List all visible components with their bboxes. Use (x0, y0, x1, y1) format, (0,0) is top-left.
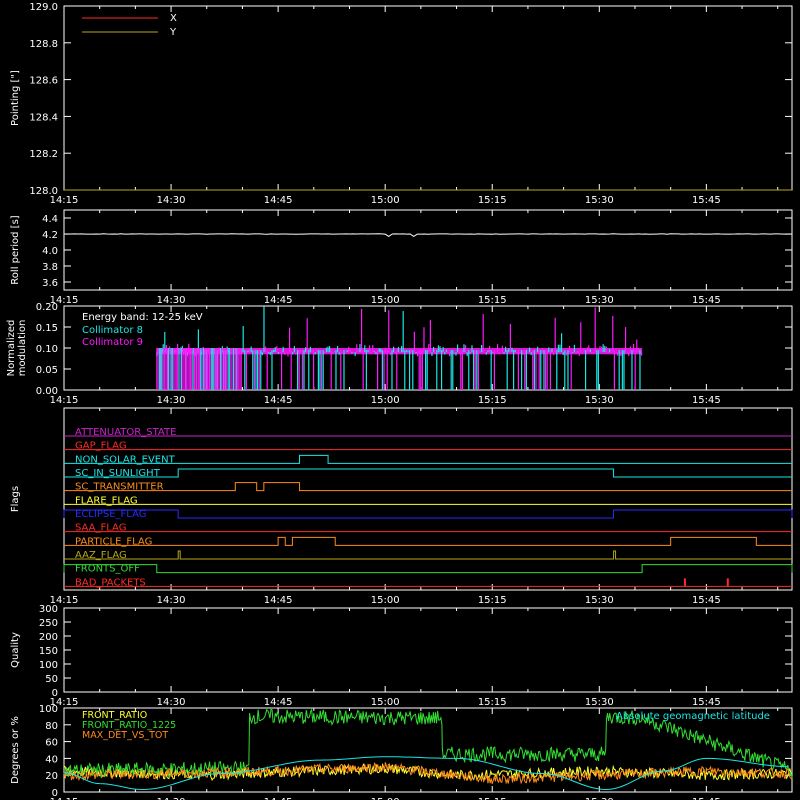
pointing-xtick-label: 15:45 (692, 195, 721, 206)
roll-xtick-label: 15:45 (692, 295, 721, 306)
modulation-xtick-label: 15:15 (478, 395, 507, 406)
legend-geomagnetic-latitude: Absolute geomagnetic latitude (616, 711, 770, 722)
flag-label-eclipse-flag: ECLIPSE_FLAG (75, 509, 146, 520)
quality-xtick-label: 14:30 (157, 697, 186, 708)
ratios-ytick-label: 40 (45, 754, 58, 765)
modulation-ytick-label: 0.05 (36, 365, 58, 376)
quality-ytick-label: 250 (39, 618, 58, 629)
ratios-ylabel: Degrees or % (10, 716, 21, 784)
quality-frame (63, 607, 793, 693)
quality-xtick-label: 15:30 (585, 697, 614, 708)
modulation-xtick-label: 15:00 (371, 395, 400, 406)
roll-ytick-label: 3.8 (42, 262, 58, 273)
quality-xtick-label: 15:00 (371, 697, 400, 708)
legend-max-det-vs-tot: MAX_DET_VS_TOT (82, 730, 168, 741)
roll-ytick-label: 4.2 (42, 230, 58, 241)
modulation-xtick-label: 15:45 (692, 395, 721, 406)
roll-ytick-label: 3.6 (42, 278, 58, 289)
ratios-ytick-label: 60 (45, 738, 58, 749)
flags-xtick-label: 15:30 (585, 595, 614, 606)
modulation-xtick-label: 14:45 (264, 395, 293, 406)
roll-xtick-label: 15:30 (585, 295, 614, 306)
pointing-ytick-label: 128.2 (29, 149, 58, 160)
roll-ylabel: Roll period [s] (10, 215, 21, 284)
pointing-xtick-label: 14:30 (157, 195, 186, 206)
quality-ylabel: Quality (10, 632, 21, 668)
roll-ytick-label: 4.4 (42, 214, 58, 225)
flags-xtick-label: 15:15 (478, 595, 507, 606)
modulation-xtick-label: 15:30 (585, 395, 614, 406)
pointing-xtick-label: 14:45 (264, 195, 293, 206)
legend-collimator-9: Collimator 9 (82, 337, 143, 348)
roll-xtick-label: 15:15 (478, 295, 507, 306)
modulation-ytick-label: 0.15 (36, 323, 58, 334)
flag-line-particle-flag (64, 536, 792, 546)
flags-xtick-label: 14:45 (264, 595, 293, 606)
quality-xtick-label: 15:15 (478, 697, 507, 708)
ratios-ytick-label: 100 (39, 704, 58, 715)
roll-xtick-label: 14:30 (157, 295, 186, 306)
flags-xtick-label: 14:30 (157, 595, 186, 606)
pointing-ytick-label: 128.8 (29, 39, 58, 50)
ratios-ytick-label: 20 (45, 771, 58, 782)
flags-xtick-label: 15:45 (692, 595, 721, 606)
modulation-ytick-label: 0.20 (36, 302, 58, 313)
quality-xtick-label: 14:45 (264, 697, 293, 708)
pointing-xtick-label: 15:00 (371, 195, 400, 206)
legend-y-label: Y (169, 27, 177, 38)
legend-x-label: X (170, 13, 177, 24)
quality-ytick-label: 150 (39, 646, 58, 657)
pointing-ylabel: Pointing ["] (10, 70, 21, 126)
modulation-ylabel: Normalized (6, 320, 17, 377)
flag-line-fronts-off (63, 564, 793, 574)
modulation-energy-band: Energy band: 12-25 keV (82, 312, 203, 323)
legend-collimator-8: Collimator 8 (82, 325, 143, 336)
pointing-xtick-label: 15:30 (585, 195, 614, 206)
modulation-ytick-label: 0.10 (36, 344, 58, 355)
roll-period-line (63, 233, 793, 237)
flag-line-aaz-flag (64, 550, 792, 560)
quality-ytick-label: 300 (39, 604, 58, 615)
roll-frame (63, 209, 793, 291)
flag-label-fronts-off: FRONTS_OFF (75, 564, 140, 575)
pointing-ytick-label: 128.4 (29, 112, 58, 123)
quality-xtick-label: 15:45 (692, 697, 721, 708)
quality-ytick-label: 50 (45, 674, 58, 685)
modulation-xtick-label: 14:30 (157, 395, 186, 406)
pointing-ytick-label: 128.6 (29, 76, 58, 87)
ratios-ytick-label: 0 (52, 788, 58, 799)
roll-ytick-label: 4.0 (42, 246, 58, 257)
flag-line-eclipse-flag (63, 509, 793, 519)
roll-xtick-label: 15:00 (371, 295, 400, 306)
ratios-ytick-label: 80 (45, 721, 58, 732)
flags-xtick-label: 15:00 (371, 595, 400, 606)
chart-canvas: 14:15 14:30 14:45 15:00 15:15 15:30 15:45Point… (6, 2, 793, 800)
flags-ylabel: Flags (10, 486, 21, 512)
quality-ytick-label: 0 (52, 688, 58, 699)
modulation-ylabel: modulation (17, 320, 28, 377)
roll-xtick-label: 14:45 (264, 295, 293, 306)
quality-ytick-label: 200 (39, 632, 58, 643)
modulation-ytick-label: 0.00 (36, 386, 58, 397)
flag-line-sc-in-sunlight (64, 468, 792, 478)
pointing-ytick-label: 128.0 (29, 186, 58, 197)
quality-ytick-label: 100 (39, 660, 58, 671)
pointing-ytick-label: 129.0 (29, 2, 58, 13)
pointing-xtick-label: 15:15 (478, 195, 507, 206)
flag-line-sc-transmitter (64, 482, 792, 492)
